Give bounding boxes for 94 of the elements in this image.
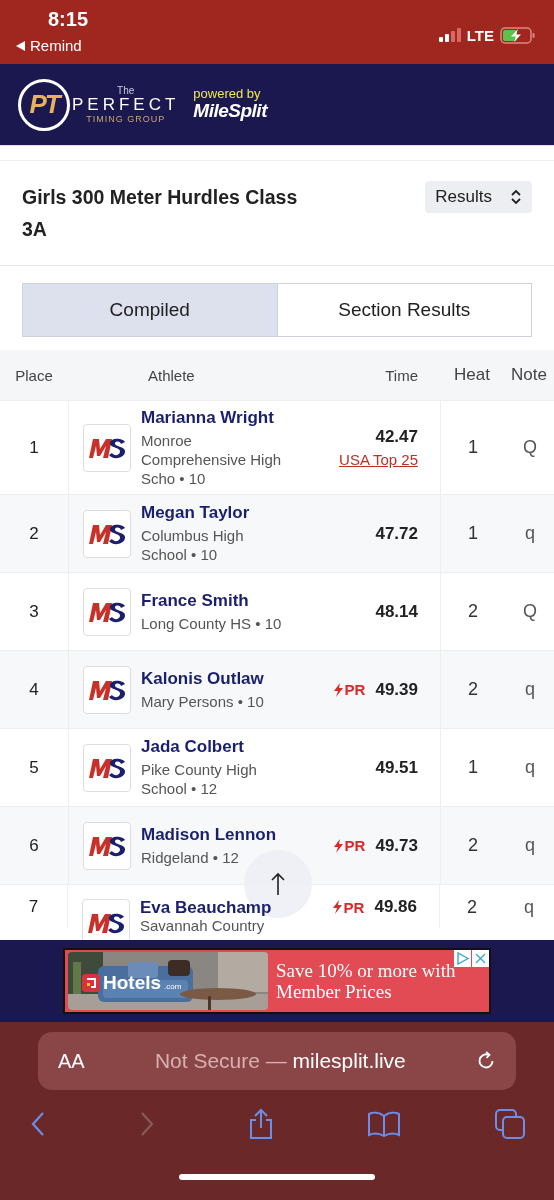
powered-by-label: powered by (193, 86, 262, 102)
logo-badge: PT (18, 78, 70, 131)
heat-number: 1 (468, 437, 478, 458)
tabs-icon[interactable] (494, 1108, 526, 1140)
note-text: q (524, 897, 534, 918)
heat-number: 2 (468, 601, 478, 622)
team-logo (83, 423, 131, 472)
signal-icon (438, 28, 461, 42)
note-text: Q (523, 601, 537, 622)
place-number: 4 (29, 679, 39, 700)
forward-chevron-icon[interactable] (139, 1111, 155, 1137)
athlete-name-link[interactable]: Madison Lennon (141, 824, 293, 845)
athlete-name-link[interactable]: Marianna Wright (141, 407, 293, 428)
bolt-icon (333, 682, 343, 697)
security-label: Not Secure — (154, 1049, 287, 1072)
book-icon[interactable] (367, 1110, 401, 1138)
athlete-name-link[interactable]: Megan Taylor (141, 503, 293, 523)
close-icon[interactable] (472, 950, 489, 967)
domain-text: milesplit.live (292, 1049, 406, 1072)
address-bar[interactable]: AA Not Secure — milesplit.live (38, 1032, 516, 1090)
ad-brand: Hotels (103, 972, 162, 994)
place-number: 7 (28, 897, 39, 917)
athlete-name-link[interactable]: France Smith (141, 590, 293, 611)
event-title: Girls 300 Meter Hurdles Class 3A (22, 185, 299, 242)
column-header: Place (14, 366, 54, 384)
place-number: 2 (29, 523, 39, 544)
ad-brand-suffix: .com (164, 982, 182, 991)
view-select[interactable]: Results (425, 181, 532, 213)
logo-text: The (117, 85, 135, 96)
place-number: 6 (29, 835, 39, 856)
column-header: Note (510, 365, 548, 385)
heat-number: 2 (468, 835, 478, 856)
ad-headline: Save 10% or more with Member Prices (276, 960, 457, 1002)
logo-text: PERFECT (72, 95, 180, 113)
column-header: Time (384, 366, 419, 384)
pr-label: PR (344, 681, 366, 698)
reload-icon[interactable] (476, 1051, 496, 1071)
school-text: Pike County High School • 12 (141, 760, 258, 798)
note-text: q (525, 757, 535, 778)
time-value: 48.14 (375, 601, 418, 622)
school-text: Monroe Comprehensive High Scho • 10 (141, 430, 283, 488)
tab[interactable]: Compiled (23, 284, 277, 336)
partner-logo-text: MileSplit (193, 101, 267, 123)
time-value: 49.39 (375, 679, 418, 700)
place-number: 5 (29, 757, 39, 778)
note-text: q (525, 523, 535, 544)
column-header: Athlete (147, 366, 196, 384)
school-text: Ridgeland • 12 (141, 847, 240, 867)
team-logo (83, 821, 131, 870)
battery-charging-icon (500, 26, 536, 44)
place-number: 3 (29, 601, 39, 622)
school-text: Long County HS • 10 (141, 613, 283, 633)
place-number: 1 (29, 437, 39, 458)
text-size-button[interactable]: AA (58, 1049, 85, 1073)
ad-banner[interactable]: Hotels.com Save 10% or more with Member Prices (63, 948, 491, 1014)
logo-text: TIMING GROUP (86, 114, 166, 124)
back-chevron-icon[interactable] (30, 1111, 46, 1137)
ranking-link[interactable]: USA Top 25 (339, 451, 418, 468)
bolt-icon (333, 838, 343, 853)
athlete-name-link[interactable]: Jada Colbert (141, 737, 293, 757)
team-logo (83, 509, 131, 558)
team-logo (83, 587, 131, 636)
heat-number: 2 (468, 679, 478, 700)
team-logo (83, 743, 131, 792)
note-text: q (525, 835, 535, 856)
back-triangle-icon (16, 40, 25, 51)
ad-choices-icon[interactable] (454, 950, 471, 967)
network-label: LTE (466, 26, 494, 44)
athlete-name-link[interactable]: Eva Beauchamp (140, 898, 292, 917)
hotels-logo-icon (82, 974, 100, 992)
heat-number: 2 (467, 897, 477, 918)
note-text: q (525, 679, 535, 700)
updown-chevron-icon (510, 189, 522, 205)
share-icon[interactable] (248, 1108, 274, 1140)
team-logo (83, 665, 131, 714)
note-text: Q (523, 437, 537, 458)
school-text: Mary Persons • 10 (141, 691, 265, 711)
school-text: Columbus High School • 10 (141, 526, 245, 564)
school-text: Savannah Country (140, 917, 266, 935)
heat-number: 1 (468, 523, 478, 544)
time-value: 42.47 (375, 427, 418, 447)
pr-label: PR (343, 898, 365, 916)
pr-label: PR (344, 837, 366, 854)
time-value: 49.86 (374, 897, 417, 917)
clock: 8:15 (48, 8, 89, 31)
athlete-name-link[interactable]: Kalonis Outlaw (141, 668, 293, 689)
up-arrow-icon (271, 872, 285, 896)
heat-number: 1 (468, 757, 478, 778)
bolt-icon (332, 900, 342, 914)
column-header: Heat (453, 365, 491, 385)
time-value: 47.72 (375, 523, 418, 544)
time-value: 49.73 (375, 835, 418, 856)
back-to-app-link[interactable]: Remind (16, 37, 89, 54)
time-value: 49.51 (375, 757, 418, 778)
